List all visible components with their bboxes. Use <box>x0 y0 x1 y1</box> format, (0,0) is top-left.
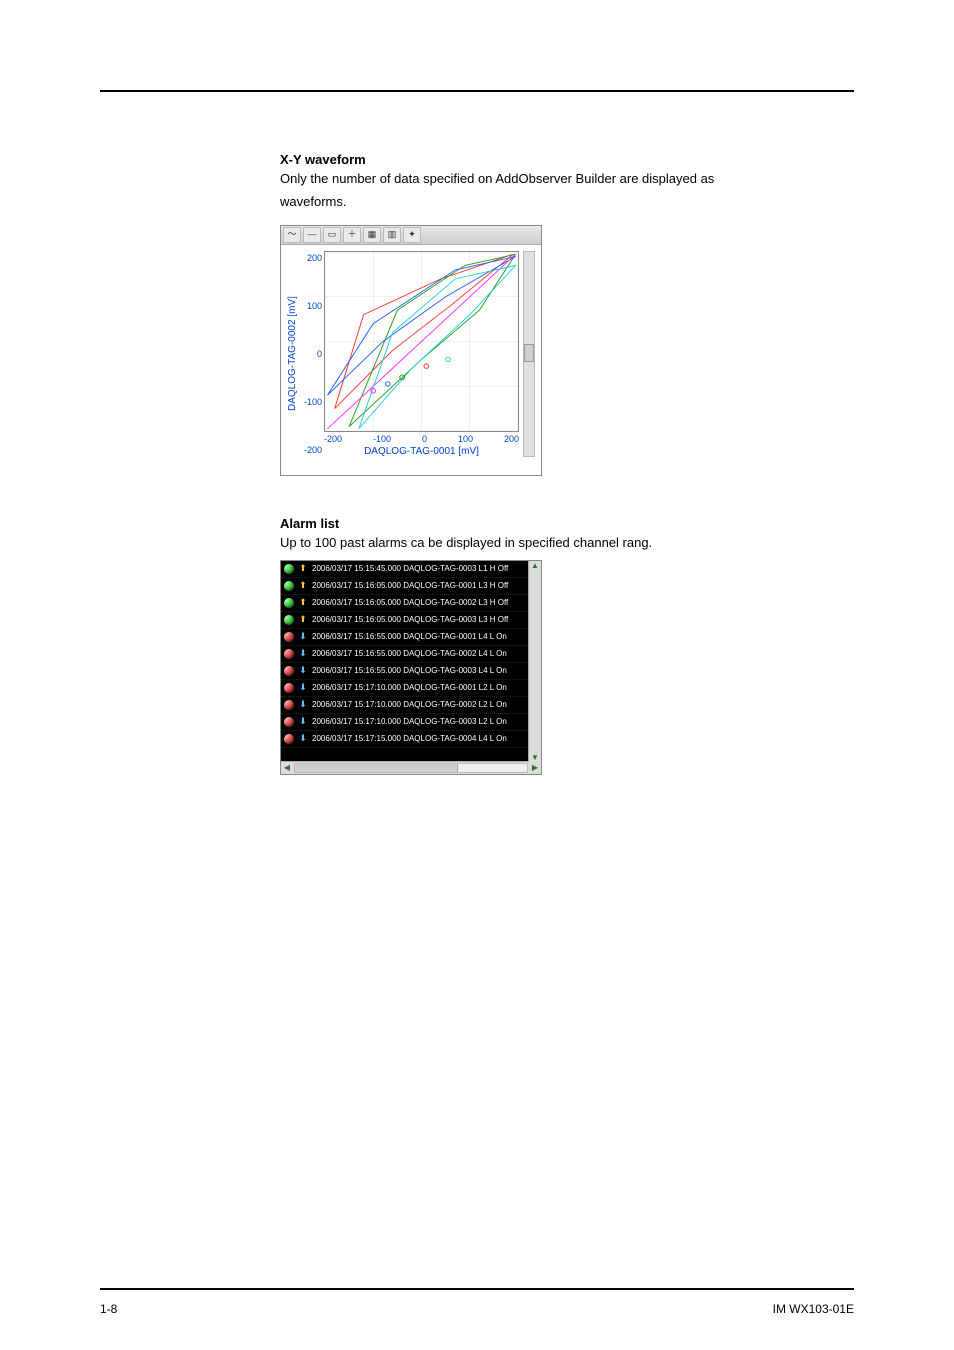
alarm-row[interactable]: ⬆ 2006/03/17 15:16:05.000 DAQLOG-TAG-0002… <box>281 595 541 612</box>
arrow-down-icon: ⬇ <box>298 683 308 692</box>
arrow-down-icon: ⬇ <box>298 632 308 641</box>
section-body-alarm: Up to 100 past alarms ca be displayed in… <box>280 535 854 552</box>
xtick: -100 <box>373 434 391 444</box>
xtick: 100 <box>458 434 473 444</box>
footer-rule <box>100 1288 854 1290</box>
arrow-up-icon: ⬆ <box>298 564 308 573</box>
arrow-up-icon: ⬆ <box>298 581 308 590</box>
scroll-down-icon[interactable]: ▼ <box>531 753 539 762</box>
alarm-row[interactable]: ⬇ 2006/03/17 15:16:55.000 DAQLOG-TAG-0001… <box>281 629 541 646</box>
alarm-row[interactable]: ⬇ 2006/03/17 15:17:15.000 DAQLOG-TAG-0004… <box>281 731 541 748</box>
ytick: 200 <box>300 253 322 263</box>
xtick: 0 <box>422 434 427 444</box>
alarm-row[interactable]: ⬆ 2006/03/17 15:15:45.000 DAQLOG-TAG-0003… <box>281 561 541 578</box>
alarm-row[interactable]: ⬇ 2006/03/17 15:17:10.000 DAQLOG-TAG-0003… <box>281 714 541 731</box>
alarm-text: 2006/03/17 15:16:05.000 DAQLOG-TAG-0001 … <box>312 581 538 590</box>
alarm-row[interactable]: ⬇ 2006/03/17 15:16:55.000 DAQLOG-TAG-0002… <box>281 646 541 663</box>
ack-status-icon <box>284 598 294 608</box>
alarm-row[interactable]: ⬆ 2006/03/17 15:16:05.000 DAQLOG-TAG-0001… <box>281 578 541 595</box>
grid-a-button[interactable]: ▦ <box>363 227 381 243</box>
alarm-horizontal-scrollbar[interactable]: ◀ ▶ <box>281 761 541 774</box>
hscroll-thumb[interactable] <box>295 764 458 772</box>
footer-doc-id: IM WX103-01E <box>773 1302 854 1316</box>
star-button[interactable]: ✦ <box>403 227 421 243</box>
scroll-left-icon[interactable]: ◀ <box>281 763 293 772</box>
alarm-text: 2006/03/17 15:17:10.000 DAQLOG-TAG-0001 … <box>312 683 538 692</box>
arrow-down-icon: ⬇ <box>298 666 308 675</box>
cross-button[interactable]: ＋ <box>343 227 361 243</box>
arrow-down-icon: ⬇ <box>298 734 308 743</box>
xy-vertical-slider[interactable] <box>523 251 535 457</box>
xy-xlabel: DAQLOG-TAG-0001 [mV] <box>324 446 519 457</box>
section-title-xy: X-Y waveform <box>280 152 854 167</box>
ack-status-icon <box>284 734 294 744</box>
ack-status-icon <box>284 649 294 659</box>
alarm-text: 2006/03/17 15:16:05.000 DAQLOG-TAG-0003 … <box>312 615 538 624</box>
ack-status-icon <box>284 700 294 710</box>
ytick: -100 <box>300 397 322 407</box>
ack-status-icon <box>284 564 294 574</box>
ack-status-icon <box>284 615 294 625</box>
section-body-xy-2: waveforms. <box>280 194 854 211</box>
ack-status-icon <box>284 666 294 676</box>
alarm-text: 2006/03/17 15:16:55.000 DAQLOG-TAG-0002 … <box>312 649 538 658</box>
alarm-row[interactable]: ⬇ 2006/03/17 15:17:10.000 DAQLOG-TAG-0002… <box>281 697 541 714</box>
ytick: 0 <box>300 349 322 359</box>
arrow-down-icon: ⬇ <box>298 700 308 709</box>
xy-ylabel: DAQLOG-TAG-0002 [mV] <box>287 251 298 457</box>
dash-button[interactable]: — <box>303 227 321 243</box>
scroll-right-icon[interactable]: ▶ <box>529 763 541 772</box>
xy-xticks: -200 -100 0 100 200 <box>324 434 519 444</box>
ack-status-icon <box>284 581 294 591</box>
arrow-up-icon: ⬆ <box>298 615 308 624</box>
alarm-text: 2006/03/17 15:17:15.000 DAQLOG-TAG-0004 … <box>312 734 538 743</box>
header-rule <box>100 90 854 92</box>
arrow-down-icon: ⬇ <box>298 649 308 658</box>
alarm-row[interactable]: ⬇ 2006/03/17 15:17:10.000 DAQLOG-TAG-0001… <box>281 680 541 697</box>
alarm-text: 2006/03/17 15:16:55.000 DAQLOG-TAG-0001 … <box>312 632 538 641</box>
alarm-window: ⬆ 2006/03/17 15:15:45.000 DAQLOG-TAG-0003… <box>280 560 542 775</box>
hscroll-track[interactable] <box>294 763 528 773</box>
ack-status-icon <box>284 683 294 693</box>
xy-toolbar: 〜—▭＋▦▥✦ <box>281 226 541 245</box>
xy-slider-thumb[interactable] <box>524 344 534 362</box>
alarm-text: 2006/03/17 15:15:45.000 DAQLOG-TAG-0003 … <box>312 564 538 573</box>
section-title-alarm: Alarm list <box>280 516 854 531</box>
ytick: -200 <box>300 445 322 455</box>
ack-status-icon <box>284 632 294 642</box>
rect-button[interactable]: ▭ <box>323 227 341 243</box>
alarm-list[interactable]: ⬆ 2006/03/17 15:15:45.000 DAQLOG-TAG-0003… <box>281 561 541 761</box>
alarm-vertical-scrollbar[interactable]: ▲ ▼ <box>528 561 541 762</box>
alarm-text: 2006/03/17 15:17:10.000 DAQLOG-TAG-0003 … <box>312 717 538 726</box>
scroll-up-icon[interactable]: ▲ <box>531 561 539 570</box>
wave-button[interactable]: 〜 <box>283 227 301 243</box>
alarm-text: 2006/03/17 15:16:55.000 DAQLOG-TAG-0003 … <box>312 666 538 675</box>
footer-page-number: 1-8 <box>100 1302 117 1316</box>
alarm-text: 2006/03/17 15:16:05.000 DAQLOG-TAG-0002 … <box>312 598 538 607</box>
alarm-row[interactable]: ⬆ 2006/03/17 15:16:05.000 DAQLOG-TAG-0003… <box>281 612 541 629</box>
xy-plot-window: 〜—▭＋▦▥✦ DAQLOG-TAG-0002 [mV] 200 100 0 -100… <box>280 225 542 476</box>
xtick: 200 <box>504 434 519 444</box>
section-body-xy-1: Only the number of data specified on Add… <box>280 171 854 188</box>
arrow-down-icon: ⬇ <box>298 717 308 726</box>
ytick: 100 <box>300 301 322 311</box>
alarm-text: 2006/03/17 15:17:10.000 DAQLOG-TAG-0002 … <box>312 700 538 709</box>
alarm-row[interactable]: ⬇ 2006/03/17 15:16:55.000 DAQLOG-TAG-0003… <box>281 663 541 680</box>
xy-plot-area[interactable] <box>324 251 519 432</box>
ack-status-icon <box>284 717 294 727</box>
xtick: -200 <box>324 434 342 444</box>
arrow-up-icon: ⬆ <box>298 598 308 607</box>
xy-yticks: 200 100 0 -100 -200 <box>300 251 324 457</box>
grid-b-button[interactable]: ▥ <box>383 227 401 243</box>
